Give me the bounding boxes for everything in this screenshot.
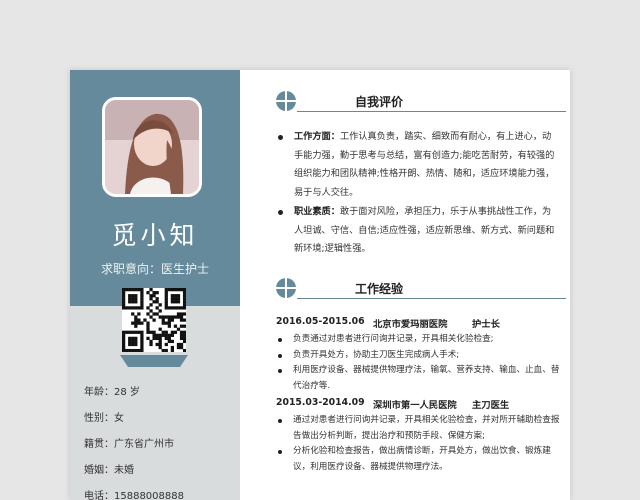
info-marital: 婚姻：未婚 <box>84 458 234 484</box>
list-item: 工作方面：工作认真负责，踏实、细致而有耐心，有上进心，动手能力强，勤于思考与总结… <box>277 128 555 202</box>
job-entry: 2015.03-2014.09 深圳市第一人民医院 主刀医生 通过对患者进行问询… <box>276 397 566 475</box>
section-title: 工作经验 <box>355 282 404 296</box>
crosshair-circle-icon <box>276 278 296 298</box>
job-company: 深圳市第一人民医院 <box>373 400 457 411</box>
list-item: 分析化验和检查报告，做出病情诊断，开具处方，做出饮食、锻炼建议，利用医疗设备、器… <box>276 444 566 475</box>
profile-photo <box>102 97 202 197</box>
qr-code <box>122 288 187 353</box>
item-label: 工作方面： <box>294 131 340 142</box>
job-period: 2016.05-2015.06 <box>276 316 365 327</box>
job-intent-label: 求职意向： <box>100 262 161 276</box>
info-label: 年龄： <box>84 387 114 398</box>
job-entry: 2016.05-2015.06 北京市爱玛丽医院 护士长 负责通过对患者进行问询… <box>276 316 566 394</box>
info-age: 年龄：28 岁 <box>84 380 234 406</box>
job-intent: 求职意向：医生护士 <box>70 260 240 277</box>
self-eval-list: 工作方面：工作认真负责，踏实、细致而有耐心，有上进心，动手能力强，勤于思考与总结… <box>277 128 555 259</box>
personal-info: 年龄：28 岁 性别：女 籍贯：广东省广州市 婚姻：未婚 电话：15888008… <box>84 380 234 500</box>
info-label: 电话： <box>84 491 114 500</box>
qr-code-icon <box>122 288 187 353</box>
list-item: 负责通过对患者进行问询并记录，开具相关化验检查; <box>276 332 566 348</box>
self-eval-header: 自我评价 <box>275 90 570 114</box>
list-item: 利用医疗设备、器械提供物理疗法，输氧、营养支持、输血、止血、替代治疗等. <box>276 363 566 394</box>
info-value: 广东省广州市 <box>114 439 174 450</box>
list-item: 职业素质：敢于面对风险，承担压力，乐于从事挑战性工作，为人坦诚、守信、自信;适应… <box>277 203 555 259</box>
section-title: 自我评价 <box>355 95 404 109</box>
item-label: 职业素质： <box>294 206 340 217</box>
list-item: 负责开具处方，协助主刀医生完成病人手术; <box>276 348 566 364</box>
info-label: 性别： <box>84 413 114 424</box>
list-item: 通过对患者进行问询并记录，开具相关化验检查，并对所开辅助检查报告做出分析判断，提… <box>276 413 566 444</box>
experience-header: 工作经验 <box>275 277 570 301</box>
info-hometown: 籍贯：广东省广州市 <box>84 432 234 458</box>
job-period: 2015.03-2014.09 <box>276 397 365 408</box>
job-company: 北京市爱玛丽医院 <box>373 319 448 330</box>
candidate-name: 觅小知 <box>111 221 199 250</box>
job-header: 2016.05-2015.06 北京市爱玛丽医院 护士长 <box>276 316 566 332</box>
info-label: 婚姻： <box>84 465 114 476</box>
left-column: 觅小知 求职意向：医生护士 年龄：28 岁 性别：女 籍贯：广东省广州市 婚姻：… <box>70 70 240 500</box>
job-intent-value: 医生护士 <box>161 262 210 276</box>
info-gender: 性别：女 <box>84 406 234 432</box>
right-column: 自我评价 工作方面：工作认真负责，踏实、细致而有耐心，有上进心，动手能力强，勤于… <box>240 70 570 500</box>
info-phone: 电话：15888008888 <box>84 484 234 500</box>
portrait-illustration <box>105 100 199 194</box>
job-position: 护士长 <box>472 319 500 330</box>
resume-page: 觅小知 求职意向：医生护士 年龄：28 岁 性别：女 籍贯：广东省广州市 婚姻：… <box>70 70 570 500</box>
job-position: 主刀医生 <box>472 400 510 411</box>
section-divider <box>297 111 566 112</box>
qr-ribbon <box>120 355 188 367</box>
info-value: 女 <box>114 413 124 424</box>
info-value: 未婚 <box>114 465 134 476</box>
info-value: 28 岁 <box>114 387 140 398</box>
section-divider <box>297 298 566 299</box>
info-value: 15888008888 <box>114 491 184 500</box>
job-header: 2015.03-2014.09 深圳市第一人民医院 主刀医生 <box>276 397 566 413</box>
crosshair-circle-icon <box>276 91 296 111</box>
info-label: 籍贯： <box>84 439 114 450</box>
